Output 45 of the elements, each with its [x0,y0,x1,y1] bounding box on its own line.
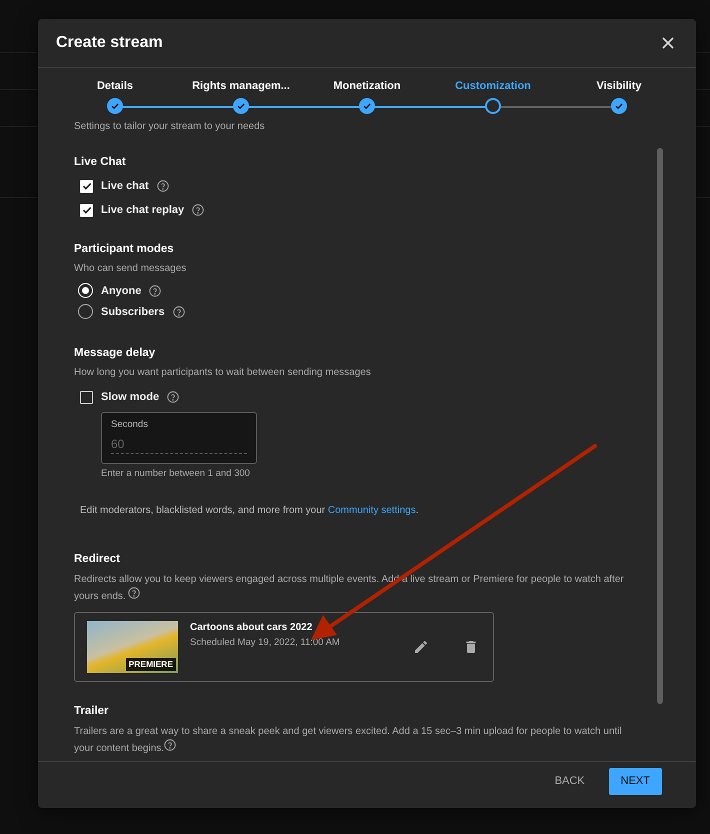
option-label: Anyone [101,284,142,298]
step-tab[interactable]: Visibility [596,79,642,93]
completed-step-icon [611,98,627,114]
seconds-input[interactable]: 60 [111,437,247,454]
option-label: Slow mode [101,390,160,404]
section-title: Participant modes [74,242,175,257]
step-tab[interactable]: Customization [455,79,531,93]
dialog-title: Create stream [56,34,163,52]
intro-text: Settings to tailor your stream to your needs [74,120,266,134]
section-title: Message delay [74,346,156,361]
field-label: Seconds [111,419,149,431]
section-subtitle: How long you want participants to wait between sending messages [74,366,372,380]
back-button[interactable]: BACK [542,768,597,794]
help-icon[interactable] [172,306,185,318]
radio-button[interactable] [78,304,93,319]
seconds-field[interactable]: Seconds 60 [101,412,257,464]
help-icon[interactable] [164,739,176,751]
section-description: Trailers are a great way to share a sneak peek and get viewers excited. Add a 15 sec–3 min upload for people to watch until your content begins. [74,725,623,756]
help-icon[interactable] [149,284,162,296]
checkbox[interactable] [80,180,93,192]
section-title: Live Chat [74,155,127,170]
option-label: Subscribers [101,304,165,318]
help-icon[interactable] [156,180,169,192]
card-schedule: Scheduled May 19, 2022, 11:00 AM [190,636,341,649]
step-tab[interactable]: Rights managem... [192,79,290,93]
checkbox[interactable] [80,390,93,404]
help-icon[interactable] [167,391,180,403]
premiere-badge: PREMIERE [126,658,176,671]
step-tab[interactable]: Monetization [333,79,401,93]
next-button[interactable]: NEXT [608,768,662,794]
option-label: Live chat replay [101,203,184,217]
help-icon[interactable] [192,204,204,216]
community-note: Edit moderators, blacklisted words, and more from your Community settings. [80,504,420,518]
section-subtitle: Who can send messages [74,262,188,276]
checkbox[interactable] [80,204,93,216]
help-icon[interactable] [128,587,140,599]
step-tab[interactable]: Details [96,79,134,93]
option-label: Live chat [101,179,149,193]
close-button[interactable] [660,35,676,51]
community-settings-link[interactable]: Community settings [328,505,416,516]
scrollbar[interactable] [657,148,663,704]
field-hint: Enter a number between 1 and 300 [101,468,251,480]
section-title: Redirect [74,552,122,567]
section-title: Trailer [74,704,110,719]
card-title: Cartoons about cars 2022 [190,621,314,634]
